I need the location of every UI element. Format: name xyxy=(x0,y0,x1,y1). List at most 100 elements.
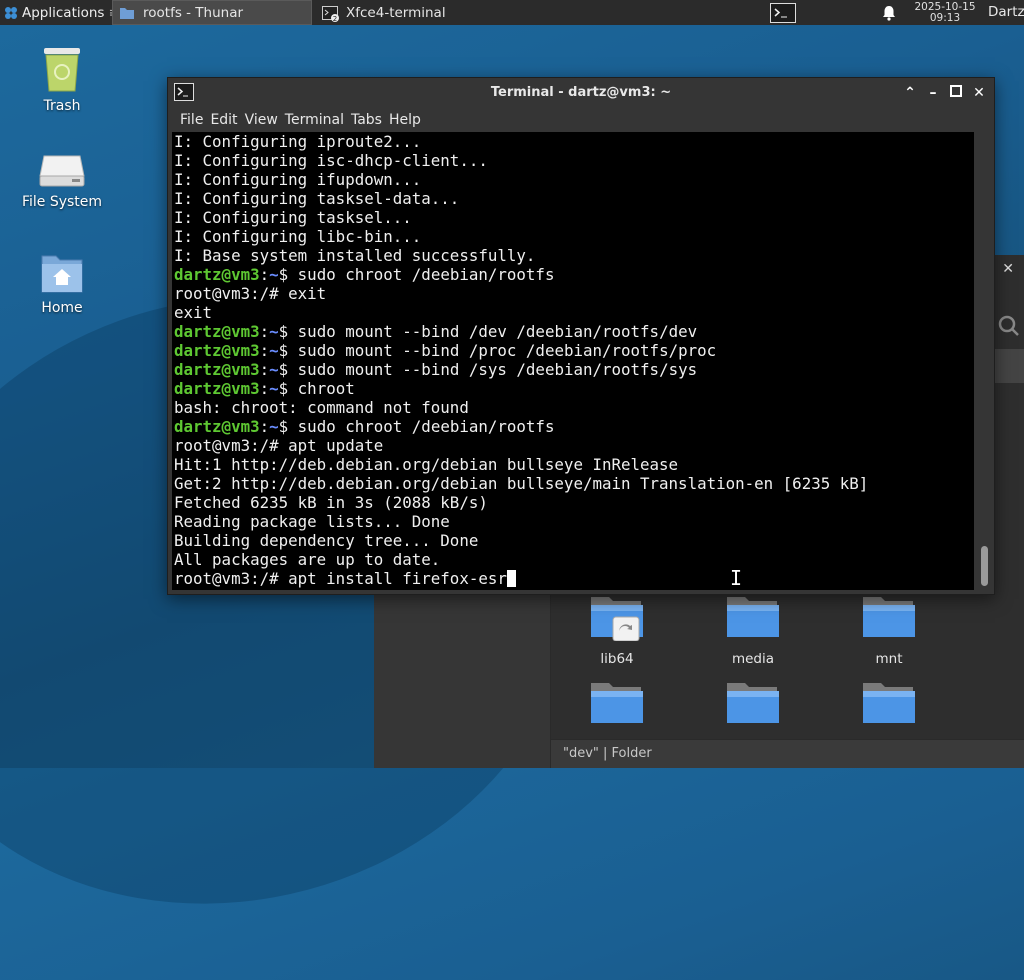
task-label: rootfs - Thunar xyxy=(143,4,244,21)
desktop-icon-filesystem[interactable]: File System xyxy=(12,150,112,210)
terminal-line: root@vm3:/# exit xyxy=(172,284,974,303)
terminal-icon: 2 xyxy=(322,5,339,23)
folder-label: lib64 xyxy=(600,651,634,667)
window-title: Terminal - dartz@vm3: ~ xyxy=(490,85,672,100)
desktop-icon-label: Home xyxy=(41,300,83,316)
output-text: root@vm3:/# exit xyxy=(174,284,327,303)
menu-edit[interactable]: Edit xyxy=(210,112,244,128)
folder-icon xyxy=(863,683,915,723)
output-text: exit xyxy=(174,303,213,322)
folder-item[interactable]: media xyxy=(708,595,798,667)
svg-text:2: 2 xyxy=(333,15,337,22)
terminal-line: root@vm3:/# apt update xyxy=(172,436,974,455)
folder-label: mnt xyxy=(875,651,903,667)
user-menu[interactable]: Dartz xyxy=(988,0,1024,25)
maximize-button[interactable] xyxy=(948,85,964,101)
terminal-line: Reading package lists... Done xyxy=(172,512,974,531)
applications-label: Applications xyxy=(22,4,105,21)
task-label: Xfce4-terminal xyxy=(346,4,446,21)
terminal-line: I: Base system installed successfully. xyxy=(172,246,974,265)
output-text: I: Configuring iproute2... xyxy=(174,132,422,151)
terminal-line: bash: chroot: command not found xyxy=(172,398,974,417)
prompt-user: dartz@vm3 xyxy=(174,265,260,284)
search-icon[interactable] xyxy=(998,315,1020,341)
desktop-icon-label: Trash xyxy=(43,98,81,114)
folder-item[interactable]: lib64 xyxy=(572,595,662,667)
terminal-window: Terminal - dartz@vm3: ~ ⌃ – ✕ File Edit … xyxy=(167,77,995,595)
clock-time: 09:13 xyxy=(929,11,961,24)
top-panel: Applications ≡ rootfs - Thunar 2 Xfce4-t… xyxy=(0,0,1024,25)
desktop-icon-home[interactable]: Home xyxy=(12,252,112,316)
folder-label: media xyxy=(731,651,775,667)
trash-icon xyxy=(44,48,80,92)
task-thunar[interactable]: rootfs - Thunar xyxy=(112,0,312,25)
minimize-button[interactable]: – xyxy=(925,85,941,101)
terminal-titlebar[interactable]: Terminal - dartz@vm3: ~ ⌃ – ✕ xyxy=(168,78,994,108)
terminal-line: dartz@vm3:~$ sudo mount --bind /dev /dee… xyxy=(174,322,698,341)
prompt-user: dartz@vm3 xyxy=(174,360,260,379)
folder-item[interactable]: mnt xyxy=(844,595,934,667)
output-text: All packages are up to date. xyxy=(174,550,441,569)
terminal-launcher[interactable] xyxy=(770,0,796,25)
prompt-user: dartz@vm3 xyxy=(174,417,260,436)
terminal-menubar: File Edit View Terminal Tabs Help xyxy=(168,108,994,132)
task-terminal[interactable]: 2 Xfce4-terminal xyxy=(316,0,512,25)
output-text: I: Configuring tasksel... xyxy=(174,208,412,227)
menu-file[interactable]: File xyxy=(168,112,210,128)
current-input-line: root@vm3:/# apt install firefox-esr xyxy=(174,569,507,588)
notifications-bell[interactable] xyxy=(882,0,896,25)
xfce-logo-icon xyxy=(4,6,18,20)
command-text: sudo chroot /deebian/rootfs xyxy=(297,265,555,284)
folder-item[interactable] xyxy=(708,681,798,727)
terminal-screen[interactable]: I: Configuring iproute2... I: Configuring… xyxy=(172,132,974,590)
thunar-statusbar: "dev" | Folder xyxy=(551,739,1024,768)
output-text: I: Configuring isc-dhcp-client... xyxy=(174,151,488,170)
terminal-line: I: Configuring isc-dhcp-client... xyxy=(172,151,974,170)
shade-button[interactable]: ⌃ xyxy=(902,85,918,101)
terminal-line: I: Configuring tasksel... xyxy=(172,208,974,227)
prompt-path: ~ xyxy=(269,379,279,398)
prompt-user: dartz@vm3 xyxy=(174,322,260,341)
prompt-path: ~ xyxy=(269,360,279,379)
home-folder-icon xyxy=(41,255,83,293)
folder-item[interactable] xyxy=(844,681,934,727)
prompt-path: ~ xyxy=(269,417,279,436)
close-button[interactable]: ✕ xyxy=(971,85,987,101)
command-text: sudo chroot /deebian/rootfs xyxy=(297,417,555,436)
output-text: I: Configuring libc-bin... xyxy=(174,227,422,246)
desktop-icon-trash[interactable]: Trash xyxy=(12,44,112,114)
menu-terminal[interactable]: Terminal xyxy=(285,112,351,128)
terminal-line: dartz@vm3:~$ chroot xyxy=(174,379,355,398)
prompt-path: ~ xyxy=(269,341,279,360)
terminal-line: I: Configuring iproute2... xyxy=(172,132,974,151)
terminal-line: I: Configuring libc-bin... xyxy=(172,227,974,246)
prompt-user: dartz@vm3 xyxy=(174,341,260,360)
prompt-path: ~ xyxy=(269,265,279,284)
command-text: sudo mount --bind /sys /deebian/rootfs/s… xyxy=(297,360,698,379)
panel-clock[interactable]: 2025-10-15 09:13 xyxy=(906,0,984,25)
prompt-user: dartz@vm3 xyxy=(174,379,260,398)
terminal-line: Get:2 http://deb.debian.org/debian bulls… xyxy=(172,474,974,493)
folder-icon xyxy=(727,597,779,637)
command-text: sudo mount --bind /dev /deebian/rootfs/d… xyxy=(297,322,698,341)
close-icon[interactable]: ✕ xyxy=(1002,261,1014,277)
applications-menu[interactable]: Applications ≡ xyxy=(0,0,112,25)
menu-tabs[interactable]: Tabs xyxy=(351,112,389,128)
folder-link-icon xyxy=(591,597,643,641)
output-text: I: Configuring ifupdown... xyxy=(174,170,422,189)
maximize-icon xyxy=(950,85,962,97)
folder-item[interactable] xyxy=(572,681,662,727)
terminal-line: dartz@vm3:~$ sudo mount --bind /sys /dee… xyxy=(174,360,698,379)
terminal-launcher-icon xyxy=(770,2,796,23)
terminal-line: dartz@vm3:~$ sudo chroot /deebian/rootfs xyxy=(174,265,555,284)
menu-help[interactable]: Help xyxy=(389,112,428,128)
command-text: sudo mount --bind /proc /deebian/rootfs/… xyxy=(297,341,717,360)
scrollbar-thumb[interactable] xyxy=(981,546,988,586)
terminal-scrollbar[interactable] xyxy=(976,132,994,590)
command-text: chroot xyxy=(297,379,355,398)
prompt-path: ~ xyxy=(269,322,279,341)
desktop-icon-label: File System xyxy=(21,194,103,210)
clock-date: 2025-10-15 xyxy=(914,0,976,13)
terminal-line: exit xyxy=(172,303,974,322)
menu-view[interactable]: View xyxy=(245,112,285,128)
